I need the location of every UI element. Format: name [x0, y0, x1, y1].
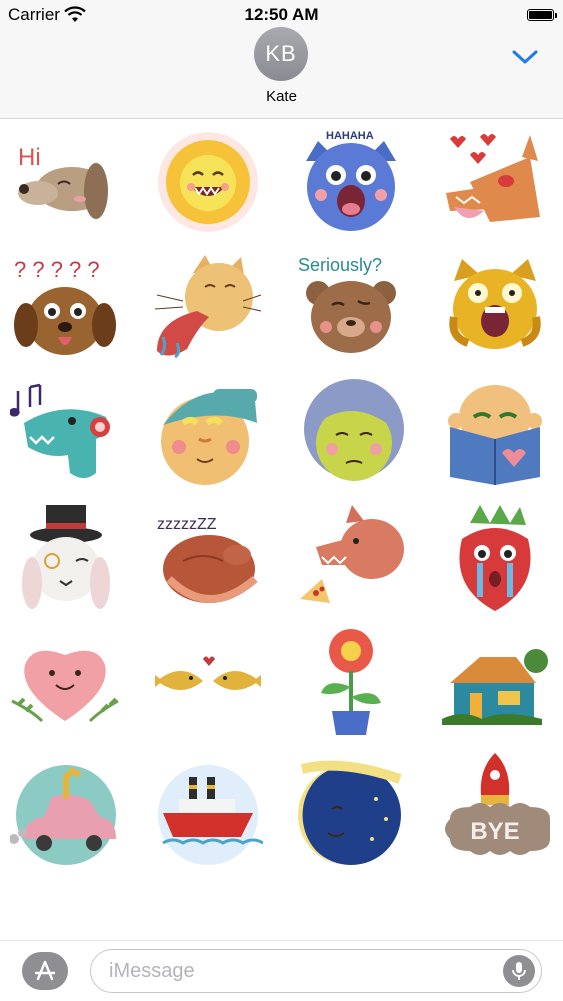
- sticker-cat-tongue[interactable]: [153, 251, 263, 361]
- sticker-blue-monster-haha[interactable]: HAHAHA: [296, 125, 406, 235]
- microphone-icon: [512, 962, 526, 980]
- sticker-lion-laughing[interactable]: [153, 127, 263, 237]
- sticker-grid: Hi HAHAHA ? ? ? ? ? Seriously? zzzzzZZ B…: [0, 119, 563, 939]
- sticker-rabbit-top-hat[interactable]: [10, 503, 120, 613]
- sticker-strawberry-crying[interactable]: [440, 503, 550, 613]
- chevron-down-icon[interactable]: [511, 48, 539, 66]
- sticker-house[interactable]: [440, 631, 550, 741]
- status-bar: Carrier 12:50 AM: [0, 0, 563, 30]
- avatar-initials: KB: [265, 41, 297, 66]
- battery-cap: [555, 13, 557, 18]
- message-input[interactable]: [109, 950, 489, 992]
- svg-text:zzzzzZZ: zzzzzZZ: [157, 516, 217, 533]
- app-store-button[interactable]: [22, 952, 68, 990]
- sticker-text-hi: Hi: [18, 144, 41, 171]
- sticker-boy-cap[interactable]: [153, 377, 263, 487]
- sticker-giraffe-car[interactable]: [10, 759, 120, 869]
- sticker-fox-sleeping[interactable]: zzzzzZZ: [153, 503, 263, 613]
- contact-avatar[interactable]: KB: [254, 27, 308, 81]
- microphone-button[interactable]: [503, 955, 535, 987]
- contact-name[interactable]: Kate: [0, 88, 563, 105]
- sticker-text-seriously: Seriously?: [298, 255, 382, 275]
- sticker-grandma[interactable]: [296, 377, 406, 487]
- sticker-dog-hi[interactable]: Hi: [10, 129, 120, 239]
- sticker-text-question: ? ? ? ? ?: [14, 257, 100, 282]
- status-time: 12:50 AM: [244, 5, 319, 24]
- sticker-moon-night[interactable]: [296, 759, 406, 869]
- sticker-bear-seriously[interactable]: Seriously?: [296, 249, 406, 359]
- sticker-yellow-cat-screaming[interactable]: [440, 251, 550, 361]
- sticker-heart-smiling[interactable]: [10, 631, 120, 741]
- sticker-text-bye: BYE: [470, 818, 519, 845]
- message-field[interactable]: [90, 949, 542, 993]
- sticker-text-haha: HAHAHA: [326, 130, 374, 142]
- sticker-wolf-pizza[interactable]: [296, 503, 406, 613]
- sticker-dog-question-marks[interactable]: ? ? ? ? ?: [10, 253, 120, 363]
- message-input-bar: [0, 940, 563, 1001]
- sticker-kissing-fish[interactable]: [153, 631, 263, 741]
- sticker-potted-flower[interactable]: [296, 627, 406, 737]
- sticker-bald-man-book[interactable]: [440, 377, 550, 487]
- app-store-icon: [34, 960, 56, 981]
- sticker-rocket-bye[interactable]: BYE: [440, 753, 550, 863]
- battery-icon: [527, 9, 554, 21]
- sticker-fox-hearts[interactable]: [440, 127, 550, 237]
- sticker-steamship[interactable]: [153, 759, 263, 869]
- sticker-dinosaur-music[interactable]: [10, 377, 120, 487]
